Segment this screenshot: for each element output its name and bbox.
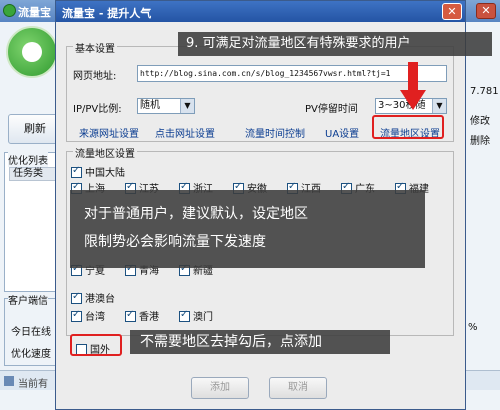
hmt-checkbox[interactable]: 香港 (125, 308, 159, 323)
hmt-checkbox[interactable]: 澳门 (179, 308, 213, 323)
pv-time-label: PV停留时间 (305, 104, 358, 115)
ip-pv-select[interactable]: 随机 ▼ (137, 98, 195, 114)
source-url-settings-link[interactable]: 来源网址设置 (79, 125, 139, 140)
refresh-button[interactable]: 刷新 (8, 114, 62, 144)
region-settings-title: 流量地区设置 (73, 145, 137, 160)
dialog-titlebar: 流量宝 - 提升人气 ✕ (56, 1, 465, 22)
annotation-middle-line2: 限制势必会影响流量下发速度 (84, 234, 266, 250)
main-close-icon[interactable]: ✕ (476, 3, 496, 19)
add-button[interactable]: 添加 (191, 377, 249, 399)
region-link-highlight (372, 115, 444, 139)
hmt-checkbox[interactable]: 台湾 (71, 308, 105, 323)
basic-settings-title: 基本设置 (73, 40, 117, 55)
edit-button[interactable]: 修改 (470, 112, 490, 127)
arrow-down-icon (400, 62, 426, 110)
traffic-time-control-link[interactable]: 流量时间控制 (245, 125, 305, 140)
chevron-down-icon: ▼ (432, 99, 446, 113)
hmt-checkbox[interactable]: 港澳台 (71, 290, 115, 305)
app-logo-icon (6, 26, 58, 78)
status-text: 当前有 (18, 379, 48, 390)
ip-pv-label: IP/PV比例: (73, 104, 122, 115)
dialog-title: 流量宝 - 提升人气 (62, 7, 152, 20)
annotation-top: 9. 可满足对流量地区有特殊要求的用户 (178, 32, 492, 56)
status-icon (4, 376, 14, 386)
ua-settings-link[interactable]: UA设置 (325, 125, 359, 140)
app-icon (3, 4, 16, 17)
percent-label: % (468, 322, 478, 333)
cancel-button[interactable]: 取消 (269, 377, 327, 399)
annotation-bottom: 不需要地区去掉勾后，点添加 (130, 330, 390, 354)
foreign-highlight (70, 334, 122, 356)
ip-pv-value: 随机 (140, 100, 160, 111)
speed-label: 优化速度 (11, 349, 51, 360)
mainland-checkbox[interactable]: 中国大陆 (71, 164, 125, 179)
task-column-header[interactable]: 任务类 (9, 167, 59, 181)
optimization-list-title: 优化列表 (8, 152, 48, 167)
client-info-title: 客户端信 (8, 292, 48, 307)
url-label: 网页地址: (73, 71, 117, 82)
annotation-middle: 对于普通用户，建议默认，设定地区 限制势必会影响流量下发速度 (70, 190, 425, 268)
right-value: 7.781 (470, 86, 499, 97)
today-online-label: 今日在线 (11, 327, 51, 338)
click-url-settings-link[interactable]: 点击网址设置 (155, 125, 215, 140)
main-title: 流量宝 (18, 6, 51, 19)
dialog-close-icon[interactable]: ✕ (442, 3, 462, 20)
delete-button[interactable]: 删除 (470, 132, 490, 147)
annotation-middle-line1: 对于普通用户，建议默认，设定地区 (84, 206, 308, 222)
chevron-down-icon: ▼ (180, 99, 194, 113)
